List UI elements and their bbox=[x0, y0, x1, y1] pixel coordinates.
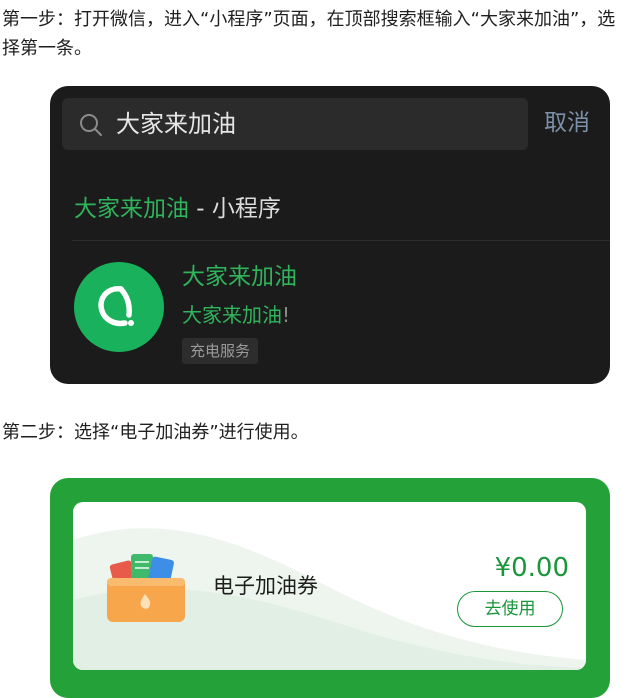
result-description: 大家来加油! bbox=[182, 301, 290, 329]
search-input[interactable]: 大家来加油 bbox=[62, 98, 528, 150]
result-description-main: 大家来加油 bbox=[182, 303, 282, 327]
section-title: 大家来加油 - 小程序 bbox=[74, 194, 281, 224]
search-icon bbox=[80, 114, 102, 136]
coupon-screenshot-panel: 电子加油券 ¥0.00 去使用 bbox=[50, 478, 610, 698]
app-logo bbox=[74, 262, 164, 352]
category-tag: 充电服务 bbox=[182, 338, 259, 364]
app-logo-icon bbox=[98, 286, 134, 327]
cancel-button[interactable]: 取消 bbox=[544, 108, 590, 138]
search-screenshot-panel: 大家来加油 取消 大家来加油 - 小程序 大家来加油 大家来加油! 充电服务 bbox=[50, 86, 610, 384]
coupon-wallet-icon bbox=[107, 554, 185, 622]
result-description-tail: ! bbox=[282, 303, 291, 327]
result-name: 大家来加油 bbox=[182, 264, 297, 290]
use-coupon-button[interactable]: 去使用 bbox=[457, 591, 563, 627]
divider bbox=[72, 240, 610, 241]
search-result-item[interactable]: 大家来加油 大家来加油! 充电服务 bbox=[50, 252, 610, 372]
section-title-keyword: 大家来加油 bbox=[74, 196, 189, 222]
coupon-card[interactable]: 电子加油券 ¥0.00 去使用 bbox=[73, 502, 586, 670]
search-query-text: 大家来加油 bbox=[116, 110, 236, 138]
step2-instruction: 第二步：选择“电子加油券”进行使用。 bbox=[2, 422, 309, 443]
coupon-title: 电子加油券 bbox=[213, 574, 318, 598]
step1-instruction: 第一步：打开微信，进入“小程序”页面，在顶部搜索框输入“大家来加油”，选择第一条… bbox=[2, 9, 616, 59]
section-title-suffix: - 小程序 bbox=[189, 196, 281, 222]
coupon-amount: ¥0.00 bbox=[494, 553, 569, 583]
